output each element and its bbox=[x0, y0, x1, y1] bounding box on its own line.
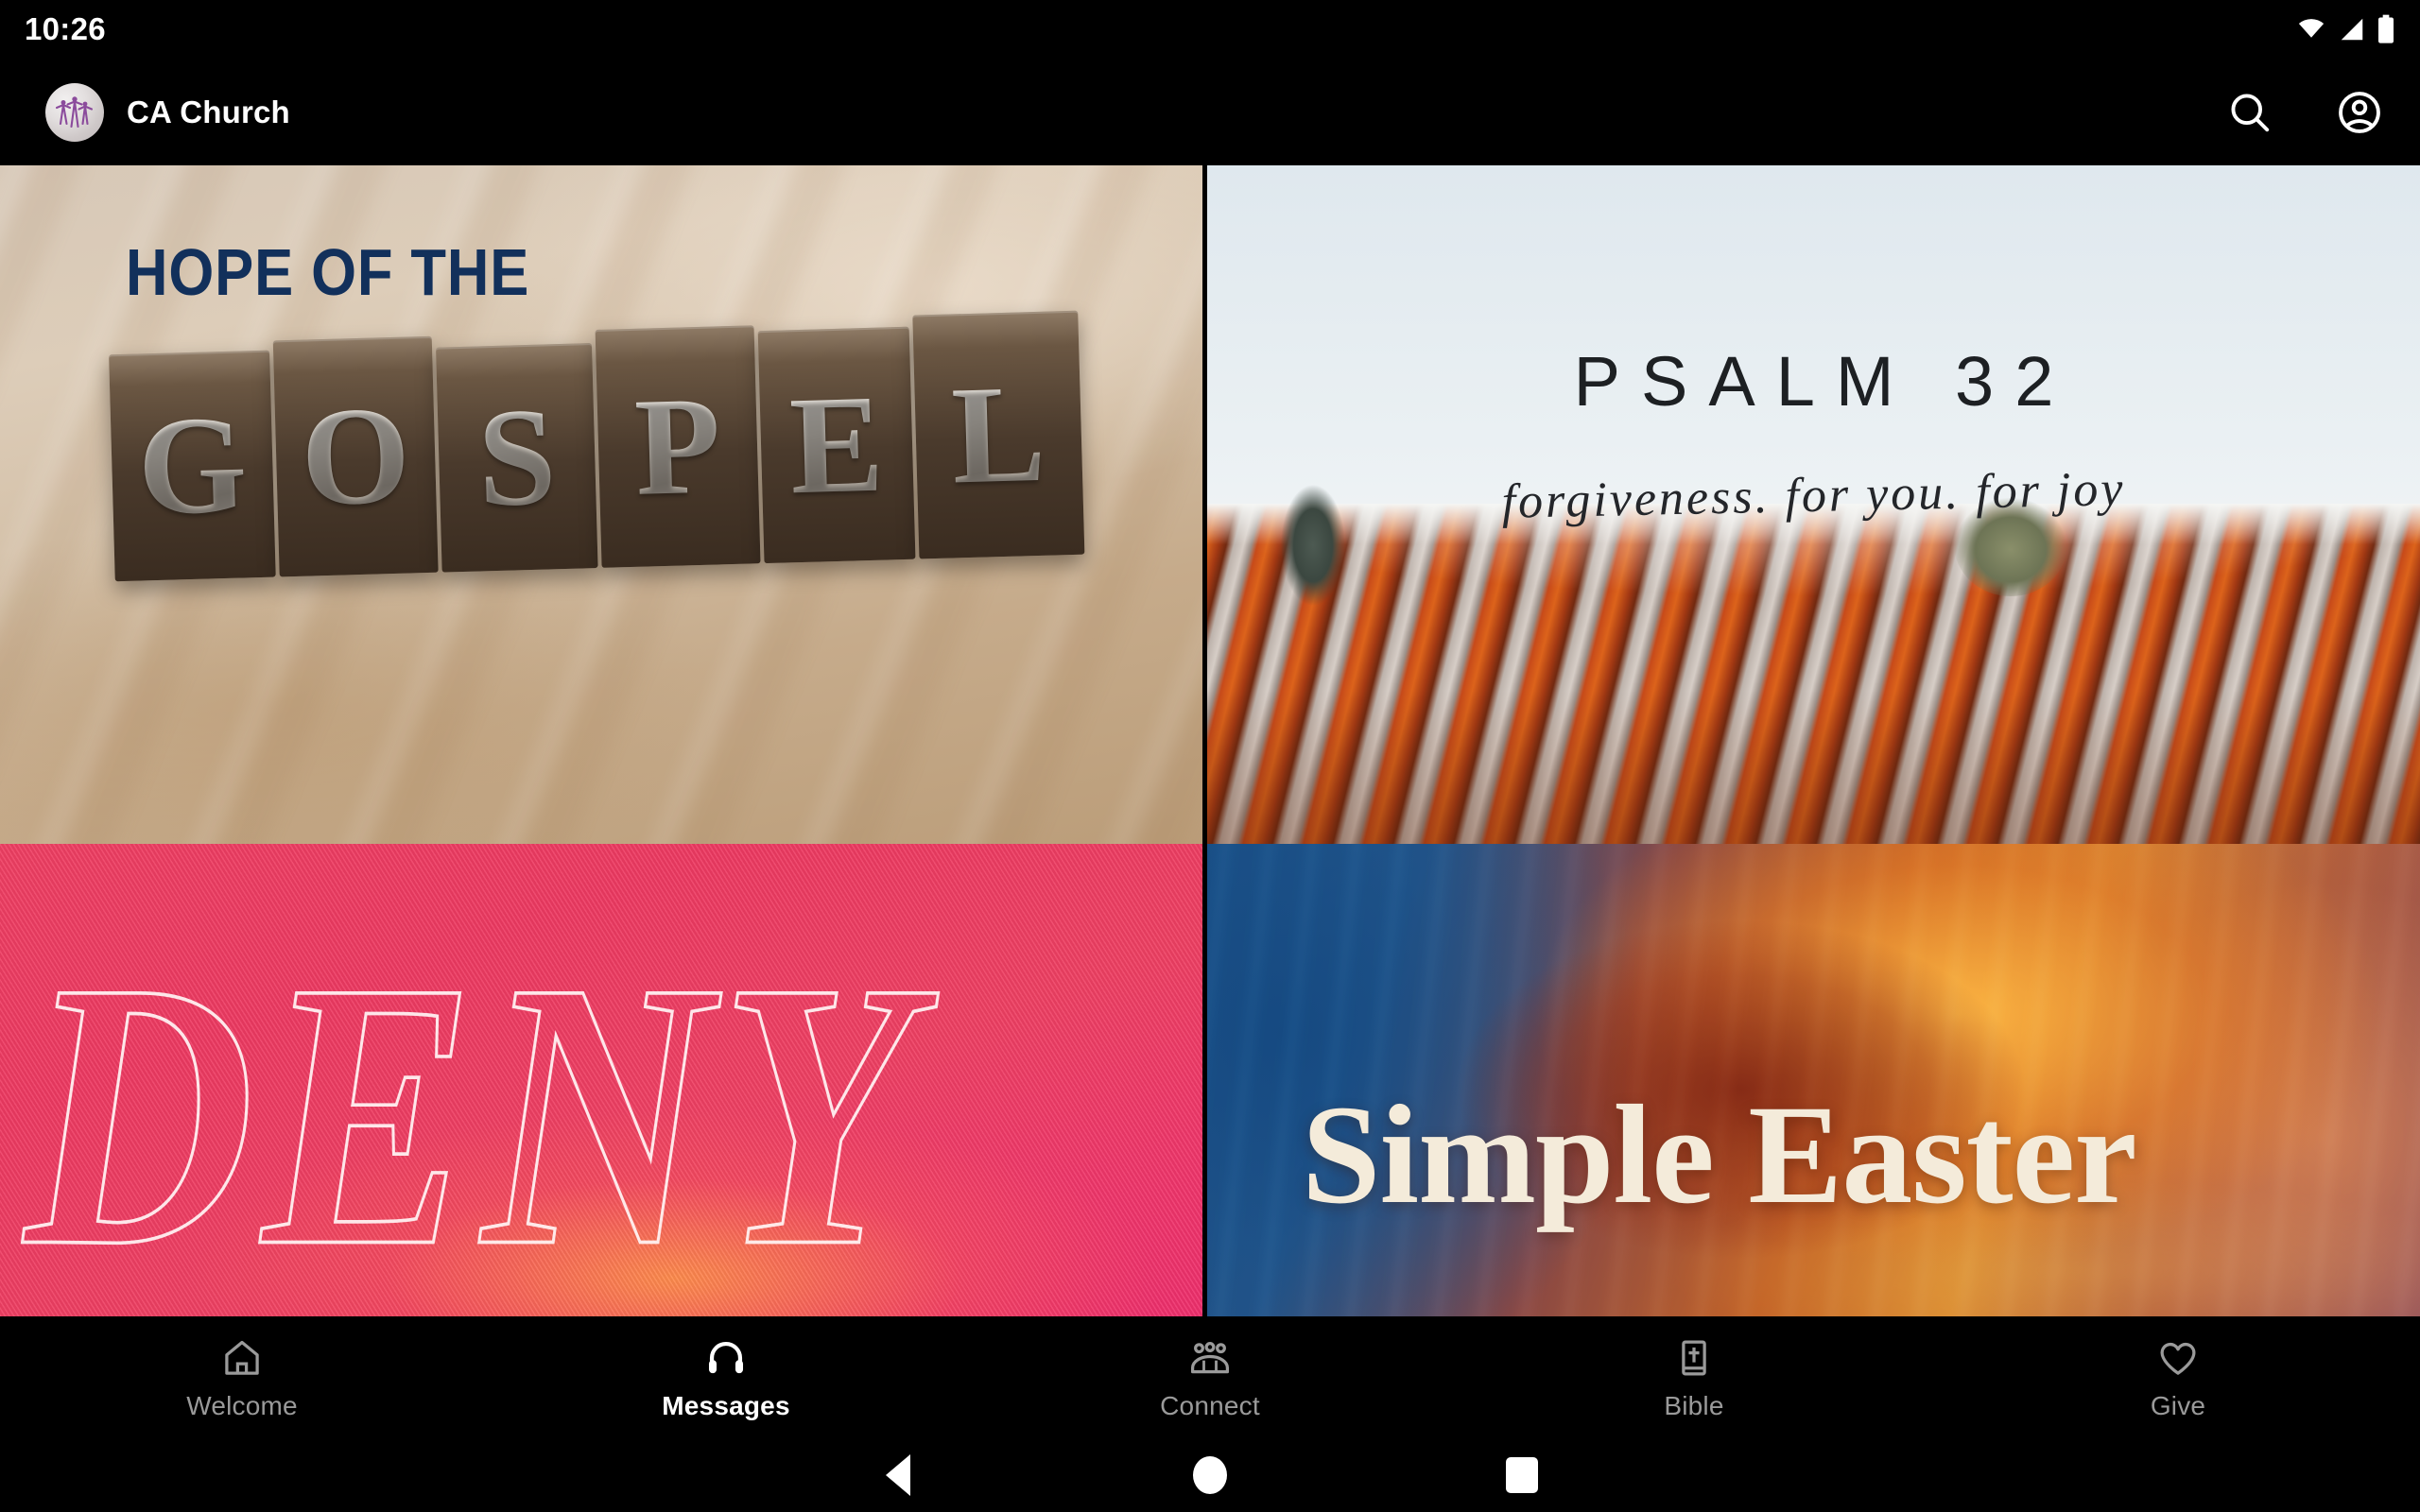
bible-book-icon bbox=[1682, 1340, 1706, 1376]
nav-label: Messages bbox=[662, 1391, 790, 1420]
brand[interactable]: CA Church bbox=[45, 82, 290, 142]
letterpress-blocks: G O S P E L bbox=[109, 310, 1085, 582]
account-icon bbox=[2339, 91, 2380, 133]
nav-item-welcome[interactable]: Welcome bbox=[0, 1332, 484, 1421]
nav-label: Welcome bbox=[186, 1391, 298, 1420]
triangle-back-icon bbox=[886, 1453, 910, 1496]
app-header-actions bbox=[2223, 86, 2386, 139]
status-time: 10:26 bbox=[25, 11, 106, 46]
letter-glyph: L bbox=[949, 355, 1047, 514]
message-tile-psalm-32[interactable]: PSALM 32 forgiveness. for you. for joy bbox=[1207, 165, 2420, 844]
wifi-icon bbox=[2298, 19, 2325, 38]
tile-title: Simple Easter bbox=[1302, 1076, 2137, 1233]
message-tile-hope-of-the-gospel[interactable]: HOPE OF THE G O S P E L bbox=[0, 165, 1207, 844]
letter-block: E bbox=[757, 326, 916, 564]
letter-block: O bbox=[272, 335, 439, 577]
tile-title: DENY bbox=[23, 904, 922, 1316]
account-button[interactable] bbox=[2333, 86, 2386, 139]
battery-icon bbox=[2378, 14, 2394, 43]
people-group-icon bbox=[1190, 1342, 1230, 1374]
nav-item-bible[interactable]: Bible bbox=[1452, 1332, 1936, 1421]
letter-glyph: S bbox=[475, 379, 559, 537]
status-bar: 10:26 bbox=[0, 0, 2420, 59]
nav-label: Give bbox=[2150, 1391, 2206, 1420]
letter-glyph: P bbox=[632, 368, 723, 525]
home-button[interactable] bbox=[1054, 1455, 1366, 1494]
app-header: CA Church bbox=[0, 59, 2420, 165]
letter-block: L bbox=[912, 310, 1085, 559]
letter-block: G bbox=[109, 350, 276, 582]
status-icons bbox=[2295, 14, 2395, 44]
search-button[interactable] bbox=[2223, 86, 2276, 139]
recents-button[interactable] bbox=[1366, 1456, 1678, 1493]
ca-church-logo bbox=[45, 82, 104, 142]
cellular-signal-icon bbox=[2341, 18, 2363, 41]
nav-item-connect[interactable]: Connect bbox=[968, 1332, 1452, 1421]
system-navigation-bar bbox=[0, 1437, 2420, 1512]
tile-headline: HOPE OF THE bbox=[126, 235, 530, 309]
square-recents-icon bbox=[1506, 1456, 1538, 1493]
phone-screen: 10:26 CA Church HOPE OF THE G O S P E L … bbox=[0, 0, 2420, 1512]
search-icon bbox=[2231, 94, 2270, 131]
letter-block: P bbox=[595, 325, 761, 568]
nav-item-give[interactable]: Give bbox=[1936, 1332, 2420, 1421]
home-icon bbox=[225, 1340, 259, 1375]
letter-glyph: O bbox=[299, 377, 413, 536]
back-button[interactable] bbox=[742, 1453, 1054, 1496]
headphones-icon bbox=[708, 1342, 744, 1374]
heart-icon bbox=[2160, 1342, 2196, 1375]
vineyard-photo bbox=[1207, 504, 2420, 844]
nav-label: Connect bbox=[1160, 1391, 1260, 1420]
message-tile-deny[interactable]: DENY bbox=[0, 844, 1207, 1316]
letter-block: S bbox=[436, 343, 598, 573]
app-title: CA Church bbox=[127, 94, 290, 129]
message-tile-simple-easter[interactable]: Simple Easter bbox=[1207, 844, 2420, 1316]
three-figures-logo-icon bbox=[55, 95, 94, 128]
tile-title: PSALM 32 bbox=[1573, 342, 2075, 421]
circle-home-icon bbox=[1193, 1455, 1227, 1494]
bottom-navigation-bar: Welcome Messages Connect Bible Give bbox=[0, 1316, 2420, 1437]
nav-label: Bible bbox=[1664, 1391, 1724, 1420]
nav-item-messages[interactable]: Messages bbox=[484, 1332, 968, 1421]
letter-glyph: G bbox=[135, 387, 250, 545]
letter-glyph: E bbox=[787, 366, 886, 524]
message-series-grid: HOPE OF THE G O S P E L PSALM 32 forgive… bbox=[0, 165, 2420, 1316]
